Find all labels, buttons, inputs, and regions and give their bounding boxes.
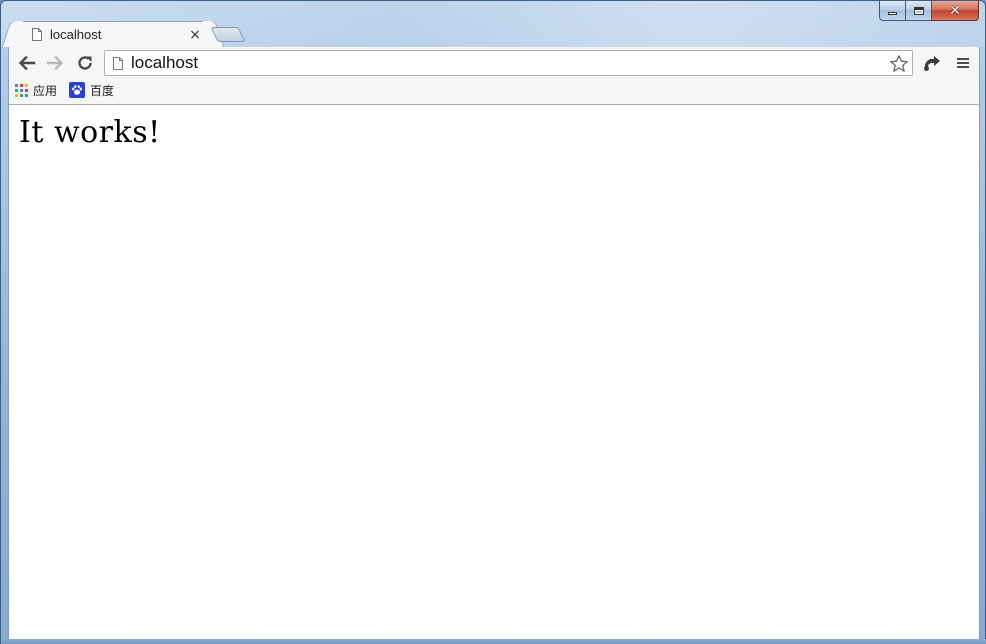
bookmark-label: 百度 xyxy=(90,83,115,98)
browser-window-frame: ✕ localhost × localhost 应用 百度 It works! xyxy=(0,0,986,644)
hamburger-menu-icon xyxy=(957,58,969,68)
reload-button[interactable] xyxy=(73,52,97,74)
close-icon: ✕ xyxy=(949,2,961,19)
arrow-left-icon xyxy=(18,55,36,71)
browser-toolbar: localhost 应用 百度 xyxy=(8,47,980,105)
close-window-button[interactable]: ✕ xyxy=(932,1,979,21)
window-caption-buttons: ✕ xyxy=(879,1,979,21)
page-content: It works! xyxy=(8,105,980,639)
bookmarks-bar: 应用 百度 xyxy=(15,81,126,99)
tab-localhost[interactable]: localhost × xyxy=(13,21,213,47)
maximize-icon xyxy=(913,6,924,15)
bookmark-star-icon[interactable] xyxy=(889,54,909,74)
tab-strip: localhost × xyxy=(9,19,909,47)
chrome-menu-button[interactable] xyxy=(953,52,973,74)
forward-button[interactable] xyxy=(43,52,67,74)
back-button[interactable] xyxy=(15,52,39,74)
apps-grid-icon xyxy=(15,83,28,97)
reload-icon xyxy=(78,56,92,70)
tab-close-button[interactable]: × xyxy=(188,27,202,43)
baidu-paw-icon xyxy=(69,82,86,98)
address-bar[interactable]: localhost xyxy=(104,50,913,76)
minimize-button[interactable] xyxy=(879,1,906,21)
extension-button[interactable] xyxy=(921,52,943,74)
bookmark-baidu[interactable]: 百度 xyxy=(69,82,114,99)
extension-icon xyxy=(924,56,940,71)
bookmark-apps[interactable]: 应用 xyxy=(15,82,57,99)
page-icon xyxy=(32,28,42,41)
url-text[interactable]: localhost xyxy=(131,53,912,73)
arrow-right-icon xyxy=(46,55,64,71)
maximize-button[interactable] xyxy=(906,1,932,21)
minimize-icon xyxy=(888,12,897,15)
window-bottom-edge xyxy=(1,639,986,644)
page-icon xyxy=(113,56,123,70)
tab-title: localhost xyxy=(50,27,102,42)
new-tab-button[interactable] xyxy=(210,27,246,42)
page-heading: It works! xyxy=(19,115,161,150)
bookmark-label: 应用 xyxy=(33,83,58,98)
